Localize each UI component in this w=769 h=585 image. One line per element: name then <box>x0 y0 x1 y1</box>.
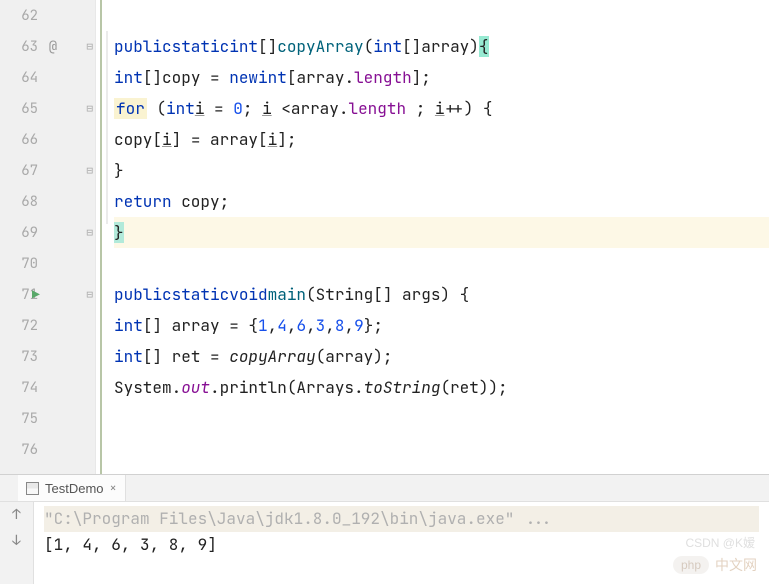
console-result: [1, 4, 6, 3, 8, 9] <box>44 532 759 558</box>
editor-area: 62 63@⊟ 64 65⊟ 66 67⊟ 68 69⊟ 70 ▶71⊟ 72 … <box>0 0 769 475</box>
gutter-row[interactable]: 65⊟ <box>0 93 95 124</box>
gutter-row[interactable]: 64 <box>0 62 95 93</box>
console-gutter: ↑ ↓ <box>0 502 34 584</box>
console-command: "C:\Program Files\Java\jdk1.8.0_192\bin\… <box>44 506 759 532</box>
gutter-row[interactable]: 72 <box>0 310 95 341</box>
arrow-up-icon[interactable]: ↑ <box>12 506 20 524</box>
gutter-row[interactable]: 76 <box>0 434 95 465</box>
gutter-row[interactable]: 66 <box>0 124 95 155</box>
console-body: ↑ ↓ "C:\Program Files\Java\jdk1.8.0_192\… <box>0 502 769 584</box>
gutter-row[interactable]: ▶71⊟ <box>0 279 95 310</box>
code-area[interactable]: public static int[] copyArray(int[] arra… <box>110 0 769 474</box>
gutter-row[interactable]: 67⊟ <box>0 155 95 186</box>
fold-icon[interactable]: ⊟ <box>86 40 93 54</box>
annotation-mark: @ <box>44 38 62 56</box>
code-line <box>114 403 769 434</box>
console-output[interactable]: "C:\Program Files\Java\jdk1.8.0_192\bin\… <box>34 502 769 584</box>
close-icon[interactable]: × <box>110 480 117 496</box>
code-line: int[] ret = copyArray(array); <box>114 341 769 372</box>
code-line <box>114 248 769 279</box>
code-line <box>114 434 769 465</box>
change-bar <box>96 0 110 474</box>
fold-icon[interactable]: ⊟ <box>86 288 93 302</box>
code-line: public static int[] copyArray(int[] arra… <box>114 31 769 62</box>
gutter-row[interactable]: 70 <box>0 248 95 279</box>
gutter-row[interactable]: 73 <box>0 341 95 372</box>
code-line: int[] array = {1,4,6,3,8,9}; <box>114 310 769 341</box>
fold-icon[interactable]: ⊟ <box>86 226 93 240</box>
fold-icon[interactable]: ⊟ <box>86 102 93 116</box>
code-line <box>114 0 769 31</box>
gutter-row[interactable]: 75 <box>0 403 95 434</box>
terminal-icon <box>26 482 39 495</box>
code-line: int[] copy = new int[array.length]; <box>114 62 769 93</box>
code-line: } <box>114 217 769 248</box>
code-line: } <box>114 155 769 186</box>
gutter-row[interactable]: 62 <box>0 0 95 31</box>
run-gutter-icon[interactable]: ▶ <box>32 286 40 303</box>
console-tabbar: TestDemo × <box>0 475 769 502</box>
gutter-row[interactable]: 68 <box>0 186 95 217</box>
gutter: 62 63@⊟ 64 65⊟ 66 67⊟ 68 69⊟ 70 ▶71⊟ 72 … <box>0 0 96 474</box>
code-line: System.out.println(Arrays.toString(ret))… <box>114 372 769 403</box>
watermark: php 中文网 <box>673 555 757 575</box>
gutter-row[interactable]: 69⊟ <box>0 217 95 248</box>
csdn-watermark: CSDN @K嫒 <box>685 534 755 551</box>
code-line: public static void main(String[] args) { <box>114 279 769 310</box>
code-line: return copy; <box>114 186 769 217</box>
code-line: for (int i = 0; i <array.length ; i++) { <box>114 93 769 124</box>
arrow-down-icon[interactable]: ↓ <box>12 532 20 550</box>
console-tab[interactable]: TestDemo × <box>18 475 126 501</box>
gutter-row[interactable]: 63@⊟ <box>0 31 95 62</box>
code-line: copy[i] = array[i]; <box>114 124 769 155</box>
fold-icon[interactable]: ⊟ <box>86 164 93 178</box>
gutter-row[interactable]: 74 <box>0 372 95 403</box>
console-tab-label: TestDemo <box>45 481 104 496</box>
